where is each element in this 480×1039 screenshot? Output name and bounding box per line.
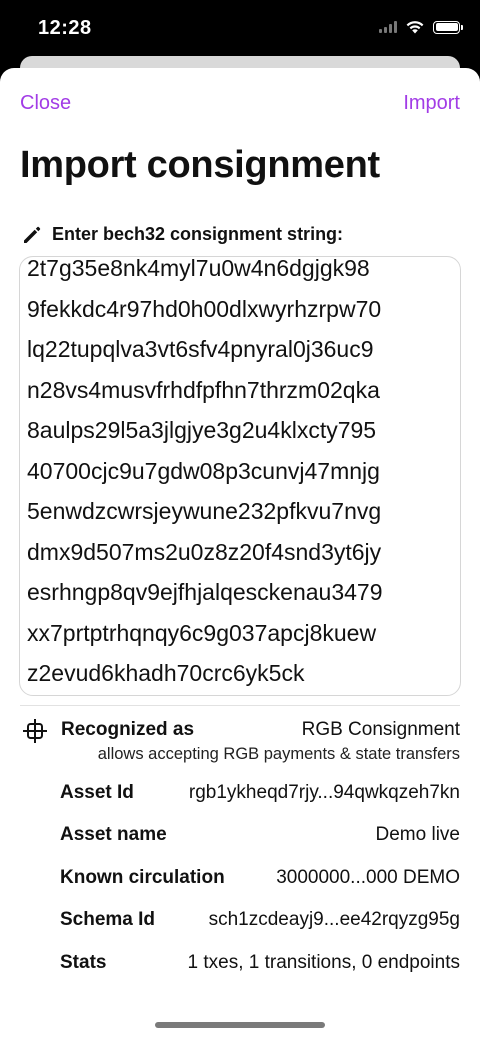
detail-label: Schema Id [60, 909, 156, 931]
grid-icon [23, 719, 47, 743]
status-icons [379, 20, 463, 34]
consignment-text-line: 9fekkdc4r97hd0h00dlxwyrhzrpw70 [27, 295, 382, 322]
consignment-input-label: Enter bech32 consignment string: [52, 224, 344, 244]
consignment-text: 2t7g35e8nk4myl7u0w4n6dgjgk98 9fekkdc4r97h… [20, 256, 460, 694]
status-bar: 12:28 [0, 0, 480, 60]
consignment-text-line: 40700cjc9u7gdw08p3cunvj47mnjg [27, 457, 380, 484]
cellular-signal-icon [379, 21, 397, 33]
import-button[interactable]: Import [403, 92, 460, 115]
detail-row-known-circulation: Known circulation 3000000...000 DEMO [60, 863, 460, 905]
status-time: 12:28 [38, 17, 92, 39]
recognized-value: RGB Consignment [301, 719, 460, 740]
consignment-text-line: lq22tupqlva3vt6sfv4pnyral0j36uc9 [27, 336, 374, 362]
home-indicator[interactable] [155, 1022, 325, 1028]
detail-row-asset-id: Asset Id rgb1ykheqd7rjy...94qwkqzeh7kn [60, 778, 460, 820]
detail-row-asset-name: Asset name Demo live [60, 820, 460, 862]
wifi-icon [406, 21, 424, 34]
battery-icon [433, 20, 463, 34]
consignment-text-line: xx7prtptrhqnqy6c9g037apcj8kuew [27, 619, 377, 646]
import-sheet: Close Import Import consignment Enter be… [0, 68, 480, 1039]
consignment-text-line: 5enwdzcwrsjeywune232pfkvu7nvg [27, 498, 382, 524]
detail-label: Asset Id [60, 782, 134, 803]
consignment-text-area[interactable]: 2t7g35e8nk4myl7u0w4n6dgjgk98 9fekkdc4r97h… [19, 256, 461, 696]
recognized-label: Recognized as [61, 719, 195, 740]
detail-label: Known circulation [60, 866, 225, 888]
detail-value: 1 txes, 1 transitions, 0 endpoints [187, 951, 461, 973]
detail-label: Stats [60, 951, 107, 973]
consignment-text-line: z2evud6khadh70crc6yk5ck [27, 660, 305, 686]
detail-value: 3000000...000 DEMO [276, 866, 460, 888]
pencil-icon [24, 226, 41, 243]
close-button[interactable]: Close [20, 92, 71, 115]
input-label-row: Enter bech32 consignment string: [22, 224, 343, 245]
consignment-text-line: 2t7g35e8nk4myl7u0w4n6dgjgk98 [27, 256, 370, 281]
recognized-row: Recognized as RGB Consignment [22, 718, 460, 744]
detail-row-schema-id: Schema Id sch1zcdeayj9...ee42rqyzg95g [60, 905, 460, 947]
consignment-text-line: 8aulps29l5a3jlgjye3g2u4klxcty795 [27, 417, 377, 443]
consignment-text-line: esrhngp8qv9ejfhjalqesckenau3479 [27, 579, 383, 605]
consignment-text-line: dmx9d507ms2u0z8z20f4snd3yt6jy [27, 538, 382, 565]
detail-label: Asset name [60, 824, 167, 846]
recognized-description: allows accepting RGB payments & state tr… [97, 745, 460, 763]
detail-value: sch1zcdeayj9...ee42rqyzg95g [208, 909, 460, 931]
detail-value: Demo live [375, 824, 460, 846]
detail-row-stats: Stats 1 txes, 1 transitions, 0 endpoints [60, 948, 460, 990]
consignment-text-line: n28vs4musvfrhdfpfhn7thrzm02qka [27, 376, 380, 403]
detail-value: rgb1ykheqd7rjy...94qwkqzeh7kn [188, 782, 460, 803]
screen: 12:28 Close Import Import consignment En… [0, 0, 480, 1039]
details-list: Asset Id rgb1ykheqd7rjy...94qwkqzeh7kn A… [60, 778, 460, 990]
divider [20, 705, 460, 706]
page-title: Import consignment [20, 144, 380, 186]
